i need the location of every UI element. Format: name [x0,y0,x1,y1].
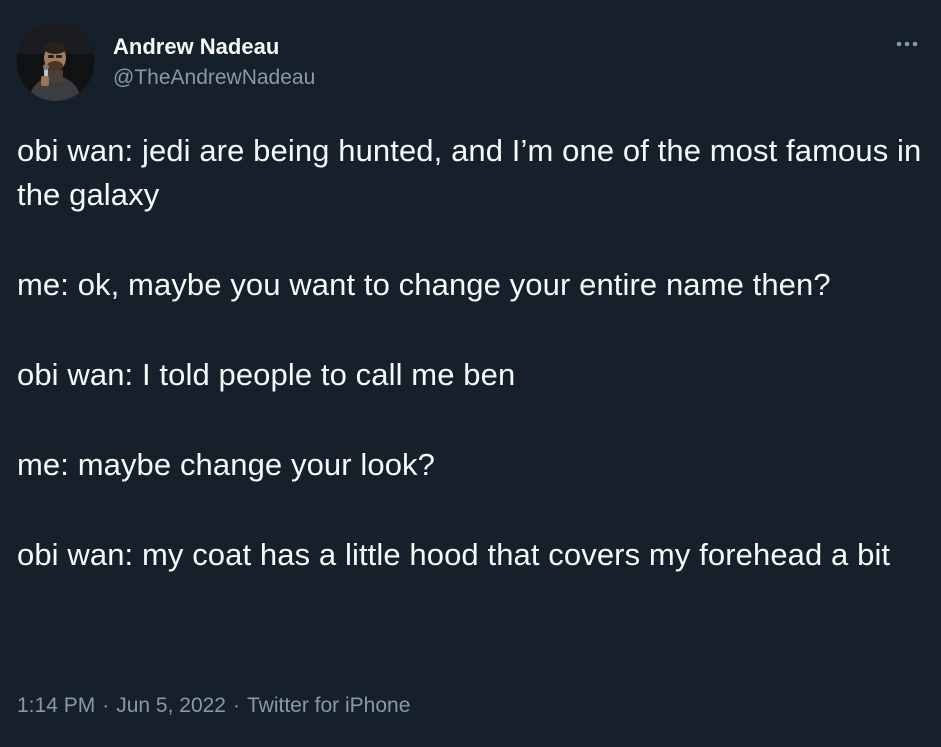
tweet-paragraph: me: ok, maybe you want to change your en… [17,267,831,302]
tweet-metadata: 1:14 PM · Jun 5, 2022 · Twitter for iPhone [17,692,410,720]
tweet-paragraph: me: maybe change your look? [17,447,435,482]
tweet-paragraph: obi wan: I told people to call me ben [17,357,516,392]
tweet-header: Andrew Nadeau @TheAndrewNadeau [17,24,924,104]
author-names: Andrew Nadeau @TheAndrewNadeau [113,34,315,91]
tweet-time[interactable]: 1:14 PM [17,694,95,717]
author-display-name[interactable]: Andrew Nadeau [113,34,315,60]
tweet-paragraph: obi wan: my coat has a little hood that … [17,537,891,572]
author-handle[interactable]: @TheAndrewNadeau [113,65,315,91]
avatar[interactable] [17,24,94,101]
tweet-source-link[interactable]: Twitter for iPhone [247,694,410,717]
more-horizontal-icon [896,41,918,47]
avatar-photo-icon [17,24,94,101]
tweet-paragraph: obi wan: jedi are being hunted, and I’m … [17,133,922,212]
tweet-date[interactable]: Jun 5, 2022 [116,694,226,717]
meta-separator: · [232,694,240,717]
tweet-card: Andrew Nadeau @TheAndrewNadeau obi wan: … [0,0,941,747]
tweet-text: obi wan: jedi are being hunted, and I’m … [17,129,927,577]
more-options-button[interactable] [890,32,924,56]
meta-separator: · [102,694,110,717]
